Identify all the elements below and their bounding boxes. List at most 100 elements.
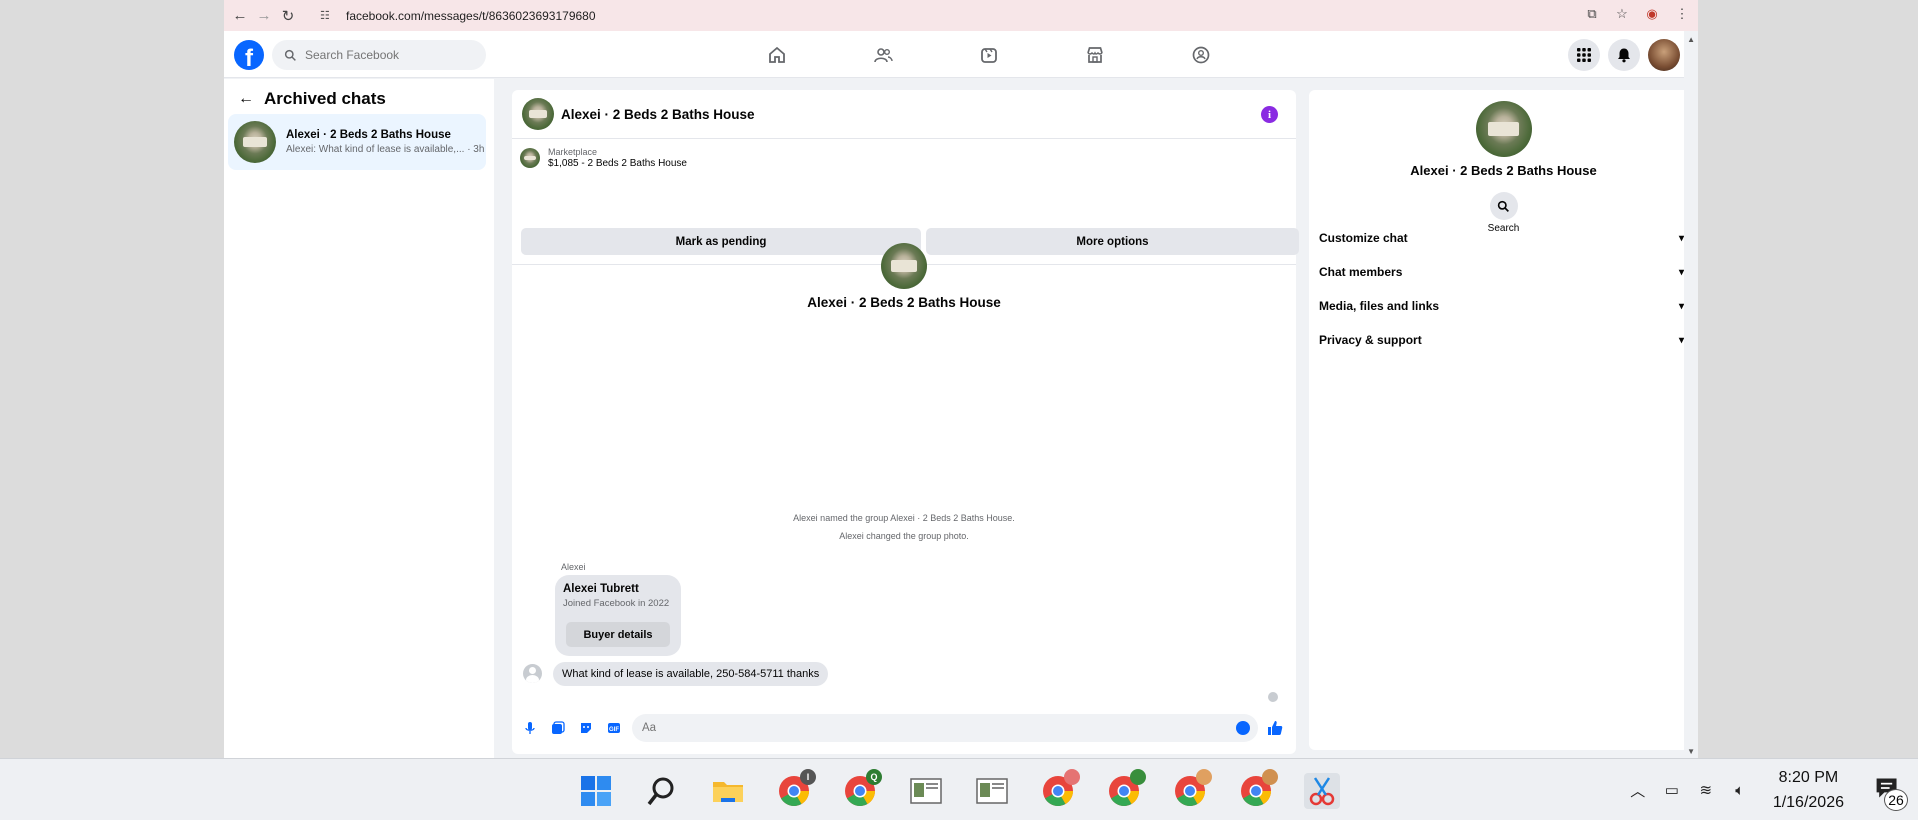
- microphone-icon: [525, 722, 535, 734]
- search-icon: [284, 49, 296, 61]
- nav-video[interactable]: [936, 31, 1042, 78]
- search-icon: [1497, 200, 1509, 212]
- search-input[interactable]: [305, 48, 465, 62]
- chat-avatar: [234, 121, 276, 163]
- menu-button[interactable]: [1568, 39, 1600, 71]
- archived-chats-panel: ← Archived chats Alexei · 2 Beds 2 Baths…: [224, 79, 494, 758]
- nav-friends[interactable]: [830, 31, 936, 78]
- battery-icon[interactable]: ▭: [1659, 777, 1685, 803]
- media-files-row[interactable]: Media, files and links ▾: [1319, 294, 1684, 318]
- facebook-logo[interactable]: f: [234, 40, 264, 70]
- window-thumbnail-app[interactable]: [974, 773, 1010, 809]
- photo-icon: [552, 721, 565, 734]
- message-input-wrapper[interactable]: [632, 714, 1258, 742]
- browser-window: ← → ↻ ☷ facebook.com/messages/t/86360236…: [224, 0, 1698, 758]
- buyer-details-button[interactable]: Buyer details: [566, 622, 670, 647]
- nav-home[interactable]: [724, 31, 830, 78]
- group-avatar[interactable]: [1475, 101, 1532, 157]
- chrome-app-6[interactable]: [1238, 769, 1278, 809]
- snipping-tool-app[interactable]: [1304, 773, 1340, 809]
- page-scrollbar[interactable]: [1684, 31, 1698, 758]
- voice-clip-button[interactable]: [516, 714, 544, 742]
- volume-icon[interactable]: 🔈︎: [1727, 777, 1753, 803]
- scroll-up-icon[interactable]: ▲: [1687, 35, 1695, 44]
- chat-members-row[interactable]: Chat members ▾: [1319, 260, 1684, 284]
- customize-chat-row[interactable]: Customize chat ▾: [1319, 226, 1684, 250]
- chat-list-item[interactable]: Alexei · 2 Beds 2 Baths House Alexei: Wh…: [228, 114, 486, 170]
- bookmark-star-icon[interactable]: ☆: [1612, 4, 1632, 24]
- search-icon: [647, 777, 674, 806]
- chevron-up-icon[interactable]: ︿: [1625, 777, 1651, 803]
- reload-icon[interactable]: ↻: [276, 4, 300, 28]
- sticker-icon: [581, 723, 591, 733]
- section-label: Privacy & support: [1319, 333, 1422, 347]
- chrome-app-5[interactable]: [1172, 769, 1212, 809]
- clock-time: 8:20 PM: [1778, 769, 1839, 786]
- message-input[interactable]: [642, 722, 1202, 734]
- header-actions: [1568, 39, 1680, 71]
- menu-dots-icon[interactable]: ⋮: [1672, 4, 1692, 24]
- message-bubble[interactable]: What kind of lease is available, 250-584…: [553, 662, 829, 686]
- chat-preview: Alexei: What kind of lease is available,…: [286, 144, 485, 155]
- friends-icon: [874, 47, 893, 62]
- conversation-header: Alexei · 2 Beds 2 Baths House i: [512, 90, 1296, 139]
- document-window-icon: [976, 778, 1008, 804]
- url-text: facebook.com/messages/t/8636023693179680: [346, 8, 596, 23]
- group-name: Alexei · 2 Beds 2 Baths House: [1410, 163, 1597, 178]
- account-avatar[interactable]: [1648, 39, 1680, 71]
- seen-indicator-icon: [1268, 692, 1278, 702]
- chrome-app-2[interactable]: Q: [842, 769, 882, 809]
- windows-taskbar: I Q ︿ ▭ ≋ 🔈︎ 8:20 PM 1/16/2026 26: [0, 758, 1918, 820]
- profile-icon[interactable]: ◉: [1642, 4, 1662, 24]
- emoji-icon[interactable]: [1236, 721, 1250, 735]
- notifications-button[interactable]: [1608, 39, 1640, 71]
- chat-info-panel: Alexei · 2 Beds 2 Baths House Search Cus…: [1309, 90, 1698, 750]
- sender-name: Alexei: [561, 562, 586, 572]
- back-arrow-icon[interactable]: ←: [238, 90, 254, 108]
- attach-media-button[interactable]: [544, 714, 572, 742]
- conversation-avatar[interactable]: [522, 98, 554, 130]
- search-box[interactable]: [272, 40, 486, 70]
- notification-center[interactable]: 26: [1874, 775, 1908, 811]
- chrome-app-1[interactable]: I: [776, 769, 816, 809]
- search-button[interactable]: [1489, 192, 1518, 220]
- nav-marketplace[interactable]: [1042, 31, 1148, 78]
- archived-header: ← Archived chats: [238, 89, 386, 109]
- listing-summary[interactable]: Marketplace $1,085 - 2 Beds 2 Baths Hous…: [520, 147, 687, 169]
- nav-groups[interactable]: [1148, 31, 1254, 78]
- scroll-down-icon[interactable]: ▼: [1687, 747, 1695, 756]
- wifi-icon[interactable]: ≋: [1693, 777, 1719, 803]
- message-composer: GIF: [512, 712, 1296, 744]
- buyer-name: Alexei Tubrett: [563, 583, 639, 595]
- chrome-app-3[interactable]: [1040, 769, 1080, 809]
- video-icon: [981, 47, 997, 63]
- conversation-title[interactable]: Alexei · 2 Beds 2 Baths House: [561, 107, 755, 122]
- conversation-panel: Alexei · 2 Beds 2 Baths House i Marketpl…: [512, 90, 1299, 754]
- start-button[interactable]: [578, 773, 614, 809]
- groups-icon: [1192, 46, 1210, 63]
- clock[interactable]: 8:20 PM 1/16/2026: [1773, 765, 1844, 815]
- thumbs-up-icon[interactable]: [1266, 719, 1284, 737]
- conversation-intro: Alexei · 2 Beds 2 Baths House: [512, 243, 1296, 310]
- install-app-icon[interactable]: ⧉: [1582, 4, 1602, 24]
- back-arrow-icon[interactable]: ←: [228, 4, 252, 28]
- windows-logo-icon: [581, 776, 611, 806]
- browser-toolbar: ← → ↻ ☷ facebook.com/messages/t/86360236…: [224, 0, 1698, 31]
- address-bar[interactable]: ☷ facebook.com/messages/t/86360236931796…: [320, 5, 596, 26]
- window-thumbnail-app[interactable]: [908, 773, 944, 809]
- file-explorer-app[interactable]: [710, 773, 746, 809]
- sticker-button[interactable]: [572, 714, 600, 742]
- facebook-header: f: [224, 31, 1698, 78]
- profile-badge: Q: [866, 769, 882, 785]
- forward-arrow-icon[interactable]: →: [252, 4, 276, 28]
- sender-avatar[interactable]: [523, 664, 542, 683]
- site-info-icon[interactable]: ☷: [320, 9, 338, 22]
- info-icon[interactable]: i: [1261, 106, 1278, 123]
- system-message: Alexei named the group Alexei · 2 Beds 2…: [793, 513, 1015, 523]
- taskbar-search[interactable]: [644, 773, 680, 809]
- profile-badge-icon: [1064, 769, 1080, 785]
- chrome-app-4[interactable]: [1106, 769, 1146, 809]
- gif-button[interactable]: GIF: [600, 714, 628, 742]
- bell-icon: [1618, 48, 1630, 63]
- privacy-support-row[interactable]: Privacy & support ▾: [1319, 328, 1684, 352]
